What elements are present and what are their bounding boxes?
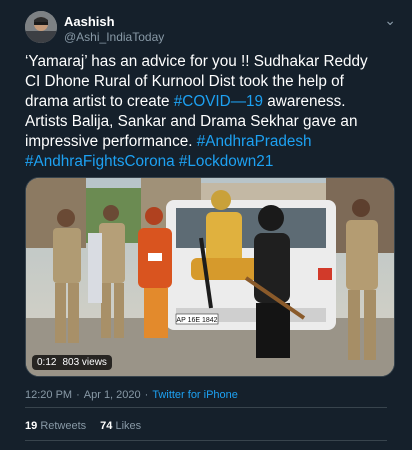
tweet-source[interactable]: Twitter for iPhone	[152, 389, 238, 401]
video-duration: 0:12	[37, 357, 57, 368]
author-name[interactable]: Aashish	[64, 14, 115, 29]
chevron-down-icon[interactable]: ⌄	[384, 12, 396, 29]
retweets-stat[interactable]: 19 Retweets	[25, 420, 86, 432]
divider	[25, 407, 387, 408]
avatar[interactable]	[25, 11, 57, 43]
tweet: Aashish @Ashi_IndiaToday ⌄ ‘Yamaraj’ has…	[0, 0, 412, 450]
video-player[interactable]: AP 16E 1842 0:12 803 views	[25, 177, 395, 377]
likes-stat[interactable]: 74 Likes	[100, 420, 141, 432]
hashtag-lockdown21[interactable]: #Lockdown21	[179, 153, 273, 170]
tweet-text: ‘Yamaraj’ has an advice for you !! Sudha…	[25, 52, 387, 172]
tweet-meta: 12:20 PM · Apr 1, 2020 · Twitter for iPhone	[25, 389, 238, 401]
number-plate: AP 16E 1842	[176, 317, 217, 324]
hashtag-covid19[interactable]: #COVID—19	[174, 93, 263, 110]
hashtag-andhrapradesh[interactable]: #AndhraPradesh	[197, 133, 312, 150]
video-duration-badge: 0:12 803 views	[32, 355, 112, 370]
avatar-image	[25, 11, 57, 43]
tweet-date[interactable]: Apr 1, 2020	[84, 389, 141, 401]
tweet-time[interactable]: 12:20 PM	[25, 389, 72, 401]
divider	[25, 440, 387, 441]
likes-label: Likes	[115, 420, 142, 432]
retweets-label: Retweets	[40, 420, 87, 432]
retweets-count: 19	[25, 420, 38, 432]
video-views: 803 views	[62, 357, 107, 368]
tweet-stats: 19 Retweets 74 Likes	[25, 420, 141, 432]
video-frame: AP 16E 1842	[26, 178, 394, 376]
author-handle[interactable]: @Ashi_IndiaToday	[64, 30, 164, 44]
hashtag-andhrafightscorona[interactable]: #AndhraFightsCorona	[25, 153, 175, 170]
separator-dot: ·	[76, 389, 80, 401]
likes-count: 74	[100, 420, 113, 432]
separator-dot: ·	[144, 389, 149, 401]
